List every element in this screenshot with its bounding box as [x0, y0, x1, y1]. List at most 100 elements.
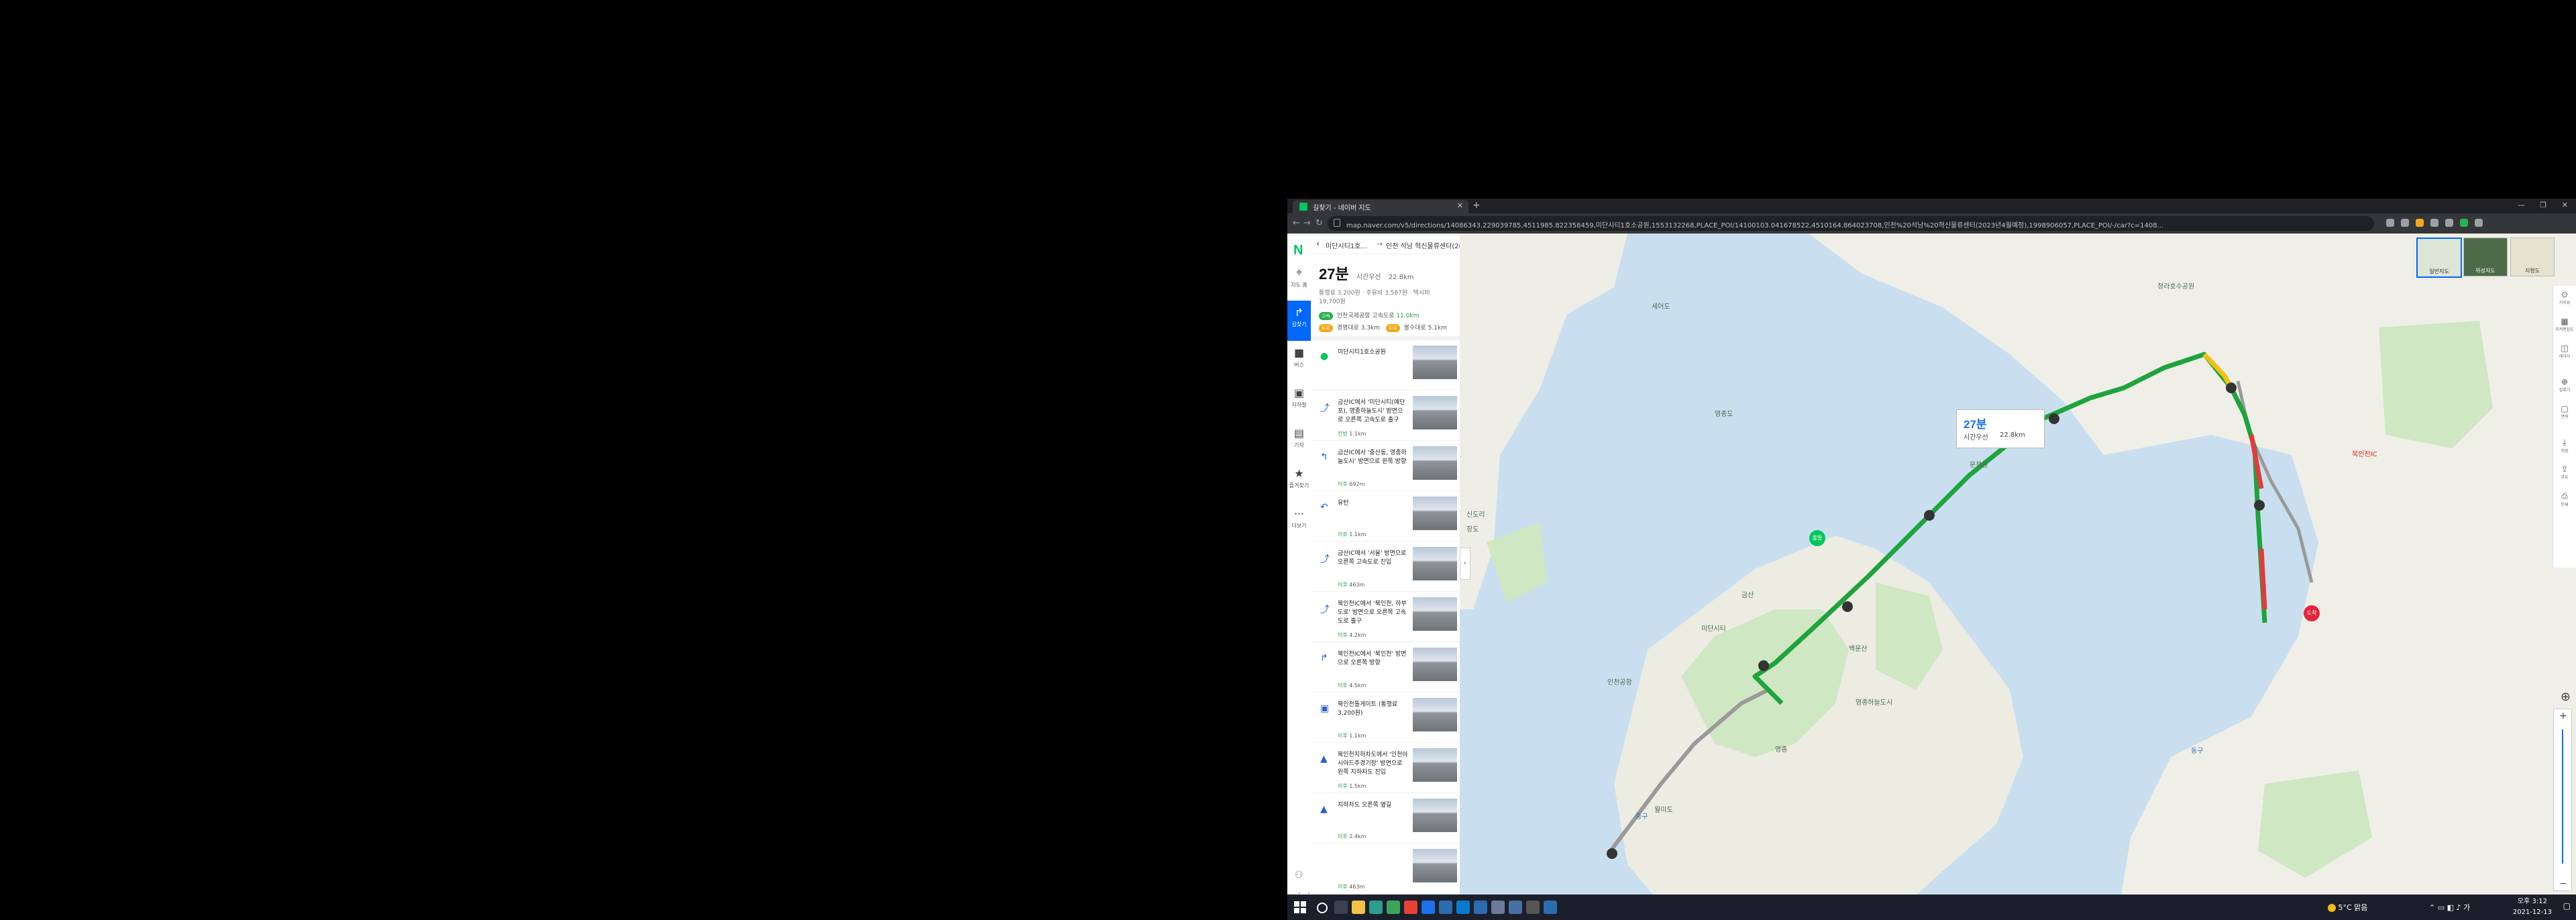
start-pin[interactable]: 출발	[1809, 530, 1825, 546]
zoom-in-icon[interactable]: +	[2559, 711, 2567, 721]
route-step[interactable]: ⤴ 금산IC에서 '미단시티(예단포), 영종하늘도시' 방면으로 오른쪽 고속도…	[1311, 391, 1460, 441]
browser-tab[interactable]: 길찾기 - 네이버 지도 ✕	[1293, 200, 1468, 213]
user-icon[interactable]: ⚇	[1295, 870, 1303, 880]
route-step[interactable]: ↶ 유턴 이후 1.1km	[1311, 491, 1460, 542]
destination-field[interactable]: 인천 석남 혁신물류센터(2023...	[1386, 240, 1460, 250]
clock-time: 오후 3:12	[2517, 898, 2547, 905]
collapse-panel-button[interactable]: ‹	[1460, 548, 1470, 580]
tray-icons[interactable]: ⌃ ▭ ◧ ♪ 가	[2429, 902, 2470, 913]
address-bar[interactable]: map.naver.com/v5/directions/14086343.229…	[1328, 216, 2374, 231]
bookmark-star-icon[interactable]	[2401, 219, 2409, 227]
map-type-normal[interactable]: 일반지도	[2416, 238, 2462, 278]
clock[interactable]: 오후 3:12 2021-12-13	[2513, 897, 2552, 918]
road-type-badge: 도로	[1385, 324, 1400, 332]
close-window-icon[interactable]: ✕	[2562, 201, 2568, 209]
zoom-slider[interactable]	[2562, 729, 2563, 864]
nav-favorites[interactable]: ★ 즐겨찾기	[1287, 462, 1311, 502]
step-streetview-thumbnail[interactable]	[1413, 799, 1457, 832]
nav-train[interactable]: ▤ 기차	[1287, 421, 1311, 462]
profile-icon[interactable]	[2445, 219, 2453, 227]
map-type-terrain[interactable]: 지형도	[2510, 238, 2555, 276]
uipath-icon[interactable]	[1439, 901, 1452, 914]
nav-map-home[interactable]: ⌖ 지도 홈	[1287, 260, 1311, 301]
edge-icon[interactable]	[1369, 901, 1383, 914]
route-step[interactable]: 이후 463m	[1311, 844, 1460, 894]
windows-start-icon[interactable]	[1294, 901, 1306, 913]
uipath-robot-icon[interactable]	[1544, 901, 1557, 914]
route-step[interactable]: ● 미단시티1호소공원	[1311, 340, 1460, 391]
origin-field[interactable]: 미단시티1호...	[1326, 240, 1367, 250]
tool-directions[interactable]: ⊕ 길찾기	[2553, 373, 2576, 400]
weather-widget[interactable]: 5°C 맑음	[2328, 902, 2367, 913]
reload-icon[interactable]: ↻	[1316, 218, 1323, 228]
map-label: 백운산	[1849, 646, 1868, 653]
minimize-icon[interactable]: —	[2518, 201, 2525, 209]
route-summary[interactable]: 27분 시간우선 22.8km 통행료 3,200원 · 주유비 3,587원 …	[1311, 254, 1460, 340]
menu-icon[interactable]	[2475, 219, 2483, 227]
my-location-icon[interactable]: ⊕	[2561, 690, 2571, 704]
maximize-icon[interactable]: ❐	[2540, 201, 2546, 209]
forward-icon[interactable]: →	[1303, 218, 1311, 228]
naver-logo[interactable]: N	[1293, 243, 1303, 258]
route-step[interactable]: ▲ 지하차도 오른쪽 옆길 이후 2.4km	[1311, 793, 1460, 844]
tool-layer[interactable]: ◫ 레이어	[2553, 340, 2576, 366]
end-pin[interactable]: 도착	[2304, 605, 2320, 621]
map-label: 영종	[1775, 746, 1788, 754]
search-icon[interactable]	[1317, 903, 1328, 913]
back-arrow-icon[interactable]: ‹	[1316, 239, 1320, 249]
back-icon[interactable]: ←	[1293, 218, 1300, 228]
route-info-bubble[interactable]: 27분 시간우선 22.8km	[1956, 409, 2045, 448]
step-distance-label: 이후	[1338, 682, 1348, 688]
nav-more[interactable]: ··· 더보기	[1287, 502, 1311, 542]
map-canvas[interactable]: ‹ 세어도 청라호수공원 영종도 운북동 신도리 장도 금산 백운산 영종하늘도…	[1460, 234, 2576, 920]
app-icon[interactable]	[1509, 901, 1522, 914]
step-streetview-thumbnail[interactable]	[1413, 446, 1457, 480]
share-icon[interactable]	[2386, 219, 2394, 227]
bubble-distance: 22.8km	[2000, 431, 2025, 439]
uipath-studio-icon[interactable]	[1474, 901, 1487, 914]
close-tab-icon[interactable]: ✕	[1457, 201, 1463, 210]
tool-streetview[interactable]: ⊙ 거리뷰	[2553, 286, 2576, 313]
puzzle-icon[interactable]	[2430, 219, 2438, 227]
chrome-profile-icon[interactable]	[1404, 901, 1417, 914]
step-streetview-thumbnail[interactable]	[1413, 497, 1457, 530]
step-streetview-thumbnail[interactable]	[1413, 547, 1457, 580]
new-tab-button[interactable]: +	[1472, 200, 1481, 211]
account-avatar-icon[interactable]	[2460, 219, 2468, 227]
notification-icon[interactable]: ▢	[2563, 901, 2571, 911]
map-type-satellite[interactable]: 위성지도	[2463, 238, 2508, 276]
route-step[interactable]: ▲ 북인천지하차도에서 '인천아시아드주경기장' 방면으로 왼쪽 지하차도 진입 이…	[1311, 743, 1460, 793]
tool-print[interactable]: ⎙ 인쇄	[2553, 487, 2576, 514]
nav-subway[interactable]: ▣ 지하철	[1287, 381, 1311, 421]
step-distance-label: 이후	[1338, 632, 1348, 638]
file-explorer-icon[interactable]	[1352, 901, 1365, 914]
extension-icon[interactable]	[2416, 219, 2424, 227]
step-streetview-thumbnail[interactable]	[1413, 748, 1457, 782]
task-view-icon[interactable]	[1334, 901, 1348, 914]
route-step[interactable]: ↱ 북인천IC에서 '북인천' 방면으로 오른쪽 방향 이후 4.5km	[1311, 642, 1460, 693]
step-streetview-thumbnail[interactable]	[1413, 396, 1457, 429]
chrome-icon[interactable]	[1387, 901, 1400, 914]
route-step[interactable]: ⤴ 금산IC에서 '서울' 방면으로 오른쪽 고속도로 진입 이후 463m	[1311, 542, 1460, 592]
settings-icon[interactable]	[1526, 901, 1540, 914]
nav-directions[interactable]: ↱ 길찾기	[1287, 301, 1311, 341]
step-streetview-thumbnail[interactable]	[1413, 648, 1457, 681]
step-streetview-thumbnail[interactable]	[1413, 597, 1457, 631]
step-streetview-thumbnail[interactable]	[1413, 346, 1457, 379]
route-step[interactable]: ▣ 북인천톨게이트 (통행료 3,200원) 이후 1.1km	[1311, 693, 1460, 743]
directions-panel: ‹ 미단시티1호... → 인천 석남 혁신물류센터(2023... 27분 시…	[1311, 234, 1460, 920]
tool-save[interactable]: ⤓ 저장	[2553, 433, 2576, 460]
app-icon[interactable]	[1491, 901, 1505, 914]
vscode-icon[interactable]	[1456, 901, 1470, 914]
map-label: 중구	[1635, 813, 1648, 821]
tool-area[interactable]: ▢ 면적	[2553, 400, 2576, 427]
tool-cadastral[interactable]: ▦ 지적편집도	[2553, 313, 2576, 340]
route-step[interactable]: ⤴ 북인천IC에서 '북인천, 하부도로' 방면으로 오른쪽 고속도로 출구 이후 …	[1311, 592, 1460, 642]
nav-bus[interactable]: ■ 버스	[1287, 341, 1311, 381]
ie-icon[interactable]	[1421, 901, 1435, 914]
zoom-out-icon[interactable]: −	[2559, 878, 2567, 889]
step-streetview-thumbnail[interactable]	[1413, 698, 1457, 731]
route-step[interactable]: ↰ 금산IC에서 '중산동, 영종하늘도시' 방면으로 왼쪽 방향 이후 692m	[1311, 441, 1460, 491]
step-streetview-thumbnail[interactable]	[1413, 849, 1457, 882]
tool-share[interactable]: ⇪ 공유	[2553, 460, 2576, 487]
